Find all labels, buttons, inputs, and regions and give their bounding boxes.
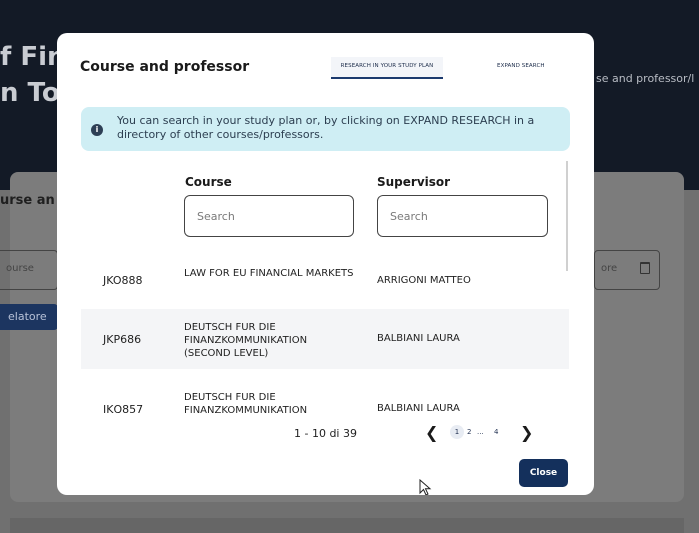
row-supervisor: BALBIANI LAURA [377, 403, 460, 413]
info-banner: i You can search in your study plan or, … [81, 107, 570, 151]
background-title-line2: n To [0, 78, 60, 108]
page-4-button[interactable]: 4 [494, 428, 498, 436]
row-code: JKQ857 [103, 403, 144, 413]
results-table: JKO888 LAW FOR EU FINANCIAL MARKETS ARRI… [81, 253, 569, 413]
row-course: LAW FOR EU FINANCIAL MARKETS [184, 268, 354, 279]
row-course: DEUTSCH FUR DIE FINANZKOMMUNIKATION [184, 392, 308, 413]
row-supervisor: BALBIANI LAURA [377, 333, 460, 344]
modal-title: Course and professor [80, 59, 250, 75]
pagination-label: 1 - 10 di 39 [294, 427, 357, 440]
supervisor-search-input[interactable] [377, 195, 548, 237]
course-search-input[interactable] [184, 195, 354, 237]
background-course-input: ourse [0, 250, 58, 290]
row-supervisor: ARRIGONI MATTEO [377, 275, 471, 286]
info-icon: i [91, 124, 103, 136]
table-row[interactable]: JKQ857 DEUTSCH FUR DIE FINANZKOMMUNIKATI… [81, 379, 569, 413]
background-title-line1: f Fin [0, 42, 66, 72]
tab-research-study-plan[interactable]: RESEARCH IN YOUR STUDY PLAN [331, 57, 443, 79]
close-button[interactable]: Close [519, 459, 568, 487]
course-professor-modal: Course and professor RESEARCH IN YOUR ST… [57, 33, 594, 495]
page-2-button[interactable]: 2 [467, 428, 471, 436]
chevron-left-icon[interactable]: ❮ [425, 423, 438, 442]
background-section-label: urse an [0, 193, 55, 208]
row-code: JKP686 [103, 333, 142, 346]
page-ellipsis: ... [477, 428, 484, 436]
mouse-cursor-icon [419, 479, 432, 495]
column-header-supervisor: Supervisor [377, 175, 451, 189]
background-footer [10, 518, 684, 533]
background-professor-input: ore [594, 250, 660, 290]
table-row[interactable]: JKP686 DEUTSCH FUR DIE FINANZKOMMUNIKATI… [81, 309, 569, 369]
info-text: You can search in your study plan or, by… [117, 114, 535, 141]
trash-icon [640, 262, 650, 274]
table-row[interactable]: JKO888 LAW FOR EU FINANCIAL MARKETS ARRI… [81, 253, 569, 303]
background-breadcrumb: se and professor/l [596, 72, 695, 85]
page-1-button[interactable]: 1 [450, 425, 464, 439]
row-course: DEUTSCH FUR DIE FINANZKOMMUNIKATION (SEC… [184, 322, 308, 359]
column-header-course: Course [185, 175, 232, 189]
row-code: JKO888 [103, 274, 143, 287]
tab-expand-search[interactable]: EXPAND SEARCH [497, 63, 545, 69]
chevron-right-icon[interactable]: ❯ [520, 423, 533, 442]
background-relatore-button: elatore [0, 304, 58, 330]
